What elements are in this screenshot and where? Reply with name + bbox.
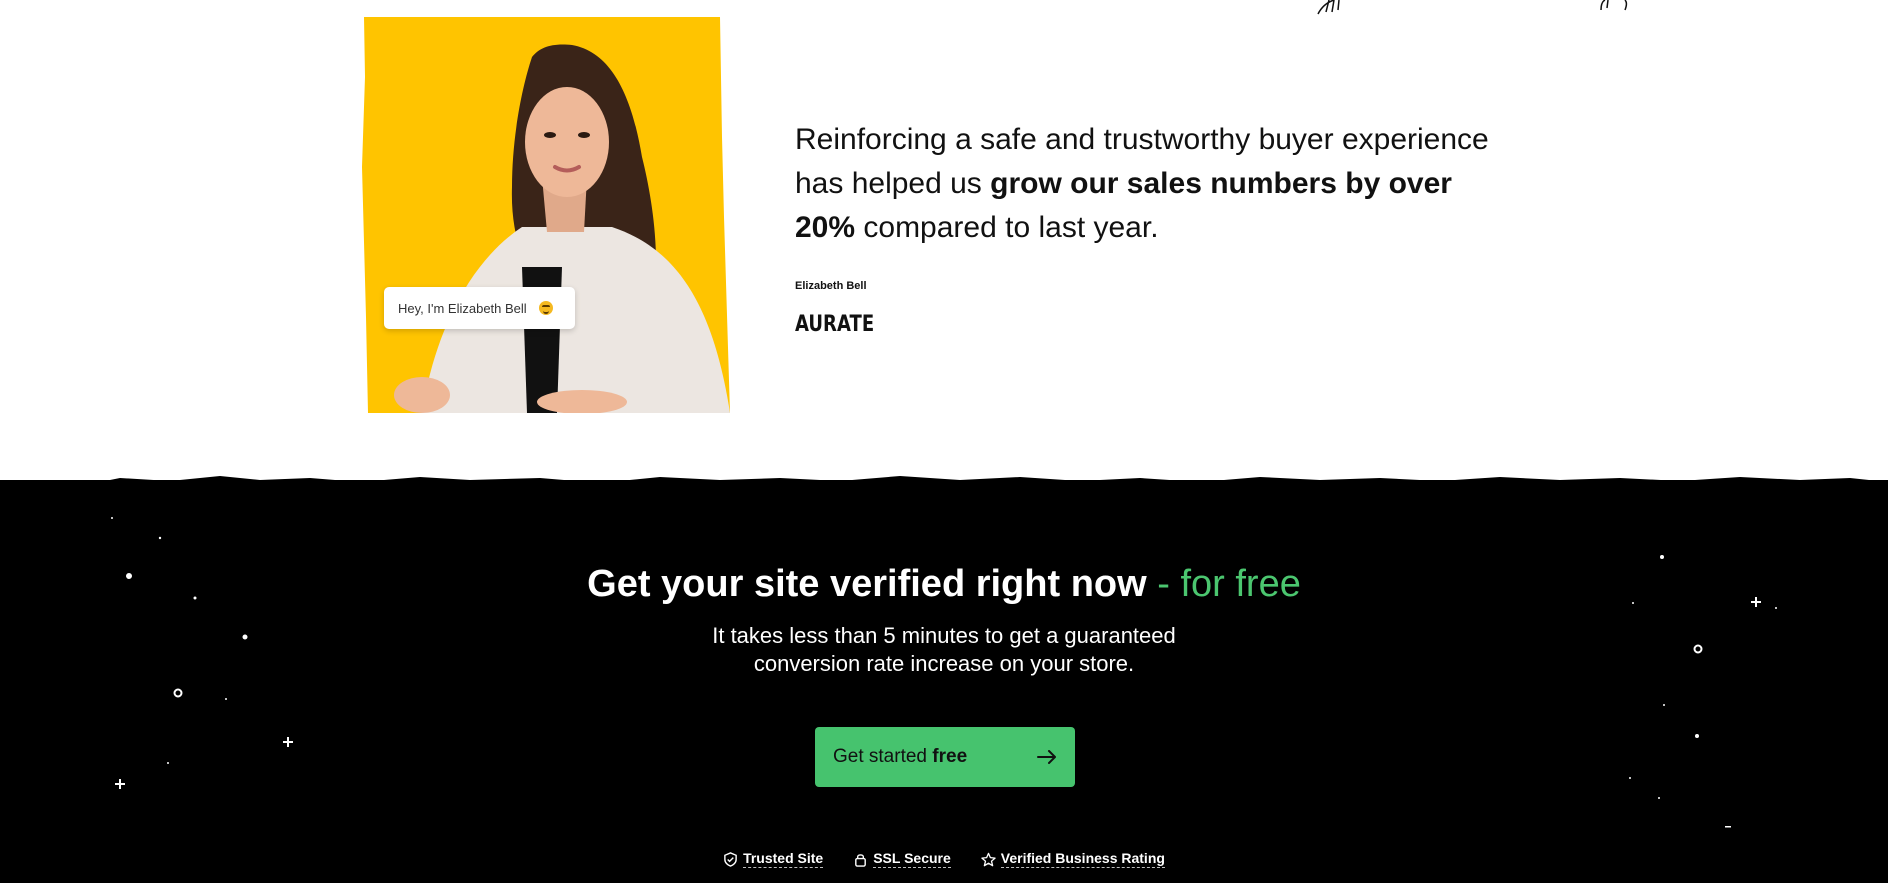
cta-title-accent: - for free [1146, 563, 1301, 605]
shield-check-icon [724, 851, 737, 867]
greeting-bubble: Hey, I'm Elizabeth Bell [384, 287, 575, 329]
testimonial-author: Elizabeth Bell [795, 280, 867, 292]
badge-ssl-secure[interactable]: SSL Secure [853, 850, 951, 868]
testimonial-quote: Reinforcing a safe and trustworthy buyer… [795, 118, 1515, 250]
badge-label: Verified Business Rating [1000, 850, 1165, 868]
starfield-decoration [111, 517, 1777, 828]
testimonial-section: Hey, I'm Elizabeth Bell Reinforcing a sa… [0, 0, 1888, 470]
smile-emoji-icon [538, 301, 553, 315]
badge-trusted-site[interactable]: Trusted Site [723, 850, 824, 868]
star-icon [981, 852, 996, 866]
cta-title-main: Get your site verified right now [587, 563, 1147, 605]
badge-label: Trusted Site [743, 850, 824, 868]
cta-subtitle: It takes less than 5 minutes to get a gu… [712, 623, 1176, 676]
brand-logo: AURATE [795, 312, 875, 337]
trust-badges: Trusted Site SSL Secure Verified Busines… [0, 850, 1888, 868]
badge-verified-business-rating[interactable]: Verified Business Rating [981, 850, 1165, 868]
get-started-label-plain: Get started [833, 746, 933, 767]
arrow-right-icon [1037, 750, 1056, 764]
get-started-button[interactable]: Get started free [815, 727, 1075, 787]
quote-text-part-2: compared to last year. [855, 211, 1159, 244]
get-started-label-bold: free [932, 746, 968, 767]
doodle-left-decoration [1317, 0, 1340, 15]
badge-label: SSL Secure [873, 850, 951, 868]
cta-title: Get your site verified right now - for f… [0, 560, 1888, 608]
greeting-text: Hey, I'm Elizabeth Bell [398, 300, 527, 316]
get-started-label: Get started free [833, 746, 1037, 768]
lock-icon [855, 853, 867, 867]
testimonial-photo: Hey, I'm Elizabeth Bell [362, 17, 732, 413]
doodle-right-decoration [1600, 0, 1628, 11]
